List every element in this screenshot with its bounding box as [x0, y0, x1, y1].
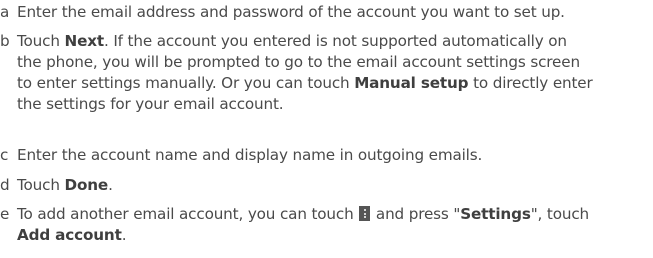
step-e-pre: To add another email account, you can to…	[17, 205, 359, 223]
step-letter: d	[0, 176, 10, 194]
step-c-text: Enter the account name and display name …	[17, 146, 483, 164]
next-term: Next	[64, 32, 105, 50]
step-b-line3: to enter settings manually. Or you can t…	[0, 73, 650, 94]
step-d-pre: Touch	[17, 176, 65, 194]
step-b: b Touch Next. If the account you entered …	[0, 31, 650, 115]
step-e-post: ", touch	[530, 205, 590, 223]
step-e: e To add another email account, you can t…	[0, 204, 650, 246]
manual-setup-term: Manual setup	[354, 74, 469, 92]
step-b-line3-post: to directly enter	[468, 74, 593, 92]
step-b-pre: Touch	[17, 32, 65, 50]
step-b-line1-rest: . If the account you entered is not supp…	[103, 32, 567, 50]
step-letter: c	[0, 146, 9, 164]
step-letter: b	[0, 32, 10, 50]
step-c: c Enter the account name and display name…	[0, 145, 650, 166]
step-a-text: Enter the email address and password of …	[17, 3, 565, 21]
step-e-end: .	[121, 226, 127, 244]
step-e-mid: and press "	[371, 205, 461, 223]
settings-term: Settings	[460, 205, 531, 223]
step-d: d Touch Done.	[0, 175, 650, 196]
step-b-line4: the settings for your email account.	[17, 95, 284, 113]
step-a: a Enter the email address and password of…	[0, 2, 650, 23]
instructions-document: a Enter the email address and password of…	[0, 0, 653, 258]
step-d-post: .	[108, 176, 113, 194]
menu-icon	[359, 206, 371, 221]
step-letter: e	[0, 205, 10, 223]
step-letter: a	[0, 3, 10, 21]
done-term: Done	[64, 176, 109, 194]
add-account-term: Add account	[17, 226, 122, 244]
step-b-line2: the phone, you will be prompted to go to…	[17, 53, 580, 71]
step-b-line3-pre: to enter settings manually. Or you can t…	[17, 74, 355, 92]
step-e-line2: Add account.	[0, 225, 650, 246]
